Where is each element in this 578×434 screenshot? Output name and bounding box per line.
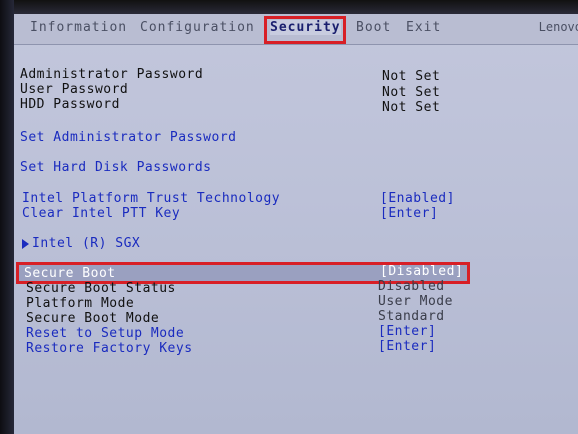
- user-password-label: User Password: [20, 82, 129, 97]
- user-password-value: Not Set: [382, 85, 441, 100]
- secure-boot-label[interactable]: Secure Boot: [24, 267, 116, 281]
- reset-setup-mode-label[interactable]: Reset to Setup Mode: [26, 327, 184, 341]
- secure-boot-status-label: Secure Boot Status: [26, 281, 176, 296]
- reset-setup-mode-value[interactable]: [Enter]: [378, 325, 436, 339]
- platform-mode-label: Platform Mode: [26, 296, 135, 311]
- restore-factory-keys-value[interactable]: [Enter]: [378, 340, 436, 354]
- security-panel: Administrator Password Not Set User Pass…: [0, 0, 578, 434]
- secure-boot-mode-value: Standard: [378, 309, 445, 324]
- secure-boot-mode-label: Secure Boot Mode: [26, 311, 160, 326]
- intel-sgx-label: Intel (R) SGX: [32, 236, 141, 251]
- intel-ptt-label[interactable]: Intel Platform Trust Technology: [22, 192, 280, 206]
- hdd-password-label: HDD Password: [20, 97, 120, 112]
- admin-password-label: Administrator Password: [20, 67, 204, 82]
- hdd-password-value: Not Set: [382, 100, 441, 115]
- submenu-arrow-icon: [22, 238, 29, 249]
- admin-password-value: Not Set: [382, 69, 441, 84]
- clear-ptt-key-label[interactable]: Clear Intel PTT Key: [22, 207, 180, 221]
- secure-boot-value[interactable]: [Disabled]: [380, 265, 463, 279]
- intel-ptt-value[interactable]: [Enabled]: [380, 192, 455, 206]
- secure-boot-status-value: Disabled: [378, 279, 445, 294]
- restore-factory-keys-label[interactable]: Restore Factory Keys: [26, 342, 193, 356]
- platform-mode-value: User Mode: [378, 294, 453, 309]
- set-admin-password-item[interactable]: Set Administrator Password: [20, 131, 237, 145]
- clear-ptt-key-value[interactable]: [Enter]: [380, 207, 438, 221]
- intel-sgx-submenu[interactable]: Intel (R) SGX: [22, 237, 140, 251]
- set-hdd-password-item[interactable]: Set Hard Disk Passwords: [20, 161, 212, 175]
